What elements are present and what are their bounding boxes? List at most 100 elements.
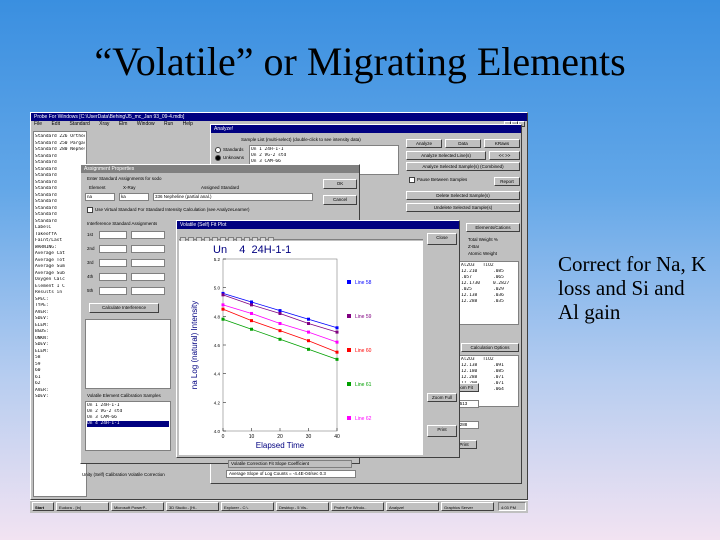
taskbar-item[interactable]: Analyze! — [386, 502, 439, 511]
element-select[interactable]: na — [85, 193, 115, 201]
data-point — [221, 317, 225, 321]
radio-standards-label: Standards — [223, 147, 244, 153]
zbar-label: Z-Bar — [468, 244, 480, 249]
start-button[interactable]: Start — [32, 502, 54, 511]
clock-text: 4:03 PM — [501, 505, 516, 510]
data-point — [335, 357, 339, 361]
x-axis-label: Elapsed Time — [256, 441, 305, 450]
cancel-button[interactable]: Cancel — [323, 195, 357, 205]
delete-samples-button[interactable]: Delete Selected Sample(s) — [406, 191, 520, 200]
virtual-standard-checkbox[interactable]: Use Virtual Standard For Standard Intens… — [87, 207, 250, 213]
report-button[interactable]: Report — [494, 177, 520, 186]
slide-title: “Volatile” or Migrating Elements — [94, 39, 626, 84]
chart-title: Un 4 24H-1-1 — [213, 244, 291, 256]
calculation-options-button[interactable]: Calculation Options — [461, 343, 519, 352]
menu-edit[interactable]: Edit — [51, 121, 60, 127]
interference-label: Interference Standard Assignments — [87, 221, 158, 226]
analyze-window-titlebar[interactable]: Analyze! — [211, 125, 521, 133]
assignment-window-titlebar[interactable]: Assignment Properties — [81, 165, 359, 173]
main-window-titlebar[interactable]: Probe For Windows [C:\UserData\Behing\J5… — [31, 113, 527, 121]
results-col: Al2O3 — [461, 357, 475, 362]
plot-toolbar — [179, 231, 423, 243]
radio-standards-icon — [215, 147, 221, 153]
data-point — [335, 330, 339, 334]
legend-label: Line 62 — [355, 416, 372, 422]
virtual-standard-label: Use Virtual Standard For Standard Intens… — [95, 207, 250, 213]
menu-elm[interactable]: Elm — [119, 121, 128, 127]
analyze-button[interactable]: Analyze — [406, 139, 442, 148]
interference-element-select[interactable] — [99, 273, 127, 281]
interference-standard-select[interactable] — [131, 259, 165, 267]
interference-standard-select[interactable] — [131, 245, 165, 253]
data-point — [221, 293, 225, 297]
plot-print-button[interactable]: Print — [427, 425, 457, 437]
taskbar-item[interactable]: Explorer - C:\. — [221, 502, 274, 511]
taskbar-item[interactable]: Microsoft PowerP.. — [111, 502, 164, 511]
interference-element-select[interactable] — [99, 287, 127, 295]
x-tick-label: 10 — [249, 434, 255, 440]
legend-label: Line 59 — [355, 314, 372, 320]
data-point — [250, 327, 253, 331]
volatile-list-item[interactable]: Un 4 24H-1-1 — [87, 421, 169, 427]
plot-close-button[interactable]: Close — [427, 233, 457, 245]
legend-label: Line 58 — [355, 280, 372, 286]
kraws-button[interactable]: KRaws — [484, 139, 520, 148]
pause-label: Pause Between Samples — [417, 177, 468, 183]
volatile-list[interactable]: Un 1 24H-1-1 Un 2 VG-2 std Un 3 CAM-66 Un 4… — [85, 401, 171, 451]
ok-button[interactable]: OK — [323, 179, 357, 189]
interference-element-select[interactable] — [99, 259, 127, 267]
radio-unknowns[interactable]: Unknowns — [215, 155, 244, 161]
total-weight-label: Total Weight % — [468, 237, 498, 242]
xray-select[interactable]: ka — [119, 193, 149, 201]
interference-standard-select[interactable] — [131, 287, 165, 295]
x-tick-label: 20 — [277, 434, 283, 440]
pause-checkbox[interactable]: Pause Between Samples — [409, 177, 467, 183]
interference-standard-select[interactable] — [131, 273, 165, 281]
interference-standard-select[interactable] — [131, 231, 165, 239]
menu-file[interactable]: File — [34, 121, 42, 127]
plot-window-titlebar[interactable]: Volatile (Self) Fit Plot — [177, 221, 459, 229]
taskbar-item[interactable]: Probe For Windo.. — [331, 502, 384, 511]
plot-window-title: Volatile (Self) Fit Plot — [180, 222, 227, 228]
menu-xray[interactable]: Xray — [99, 121, 109, 127]
fit-slope-label: Volatile Correction Fit Slope Coefficien… — [228, 460, 352, 468]
calculate-interference-button[interactable]: Calculate Interference — [89, 303, 159, 313]
menu-standard[interactable]: Standard — [69, 121, 89, 127]
radio-standards[interactable]: Standards — [215, 147, 244, 153]
plot-zoom-button[interactable]: Zoom Full — [427, 393, 457, 402]
results-table-1[interactable]: Al2O3 TiO2 12.210.085.057.065 12.1730 0.28… — [459, 261, 519, 325]
y-tick-label: 4.6 — [214, 343, 221, 348]
radio-unknowns-icon — [215, 155, 221, 161]
y-tick-label: 4.0 — [214, 429, 221, 434]
results-rows: 12.210.085.057.065 12.1730 0.2827.025.029 1… — [461, 269, 517, 305]
interference-row-label: 5th — [87, 288, 94, 293]
elements-cations-button[interactable]: Elements/Cations — [466, 223, 520, 232]
taskbar-item[interactable]: Graphics Server — [441, 502, 494, 511]
y-tick-label: 4.4 — [214, 372, 221, 377]
menu-run[interactable]: Run — [164, 121, 173, 127]
taskbar-item[interactable]: 3D Studio - [Hi.. — [166, 502, 219, 511]
chart-background — [179, 241, 423, 455]
log-panel[interactable]: Standard 226 Orthoclase MAD-10 Standard 2… — [33, 131, 87, 497]
menu-window[interactable]: Window — [137, 121, 155, 127]
data-point — [335, 326, 339, 330]
col-assigned: Assigned Standard — [201, 185, 240, 190]
taskbar-item[interactable]: Eudora - [In] — [56, 502, 109, 511]
analyze-selected-lines-button[interactable]: Analyze Selected Line(s) — [406, 151, 486, 160]
interference-element-select[interactable] — [99, 231, 127, 239]
main-window-title: Probe For Windows [C:\UserData\Behing\J5… — [34, 114, 185, 120]
navigate-button[interactable]: << >> — [489, 151, 520, 160]
analyze-combined-button[interactable]: Analyze Selected Sample(s) (Combined) — [406, 162, 520, 171]
y-tick-label: 5.0 — [214, 286, 221, 291]
assigned-standard-select[interactable]: 336 Nepheline (partial anal.) — [153, 193, 313, 201]
menu-help[interactable]: Help — [183, 121, 193, 127]
legend-swatch — [347, 382, 351, 386]
interference-element-select[interactable] — [99, 245, 127, 253]
undelete-samples-button[interactable]: Undelete Selected Sample(s) — [406, 203, 520, 212]
data-point — [307, 317, 310, 321]
data-button[interactable]: Data — [445, 139, 481, 148]
taskbar-item[interactable]: Desktop - 5 Vis.. — [276, 502, 329, 511]
data-point — [307, 347, 310, 351]
volatile-fit-chart: Un 4 24H-1-1 4.0 4.2 4.4 4.6 4.8 5.0 5.2 0 10 20 30… — [179, 241, 423, 455]
results-col: TiO2 — [482, 263, 494, 268]
